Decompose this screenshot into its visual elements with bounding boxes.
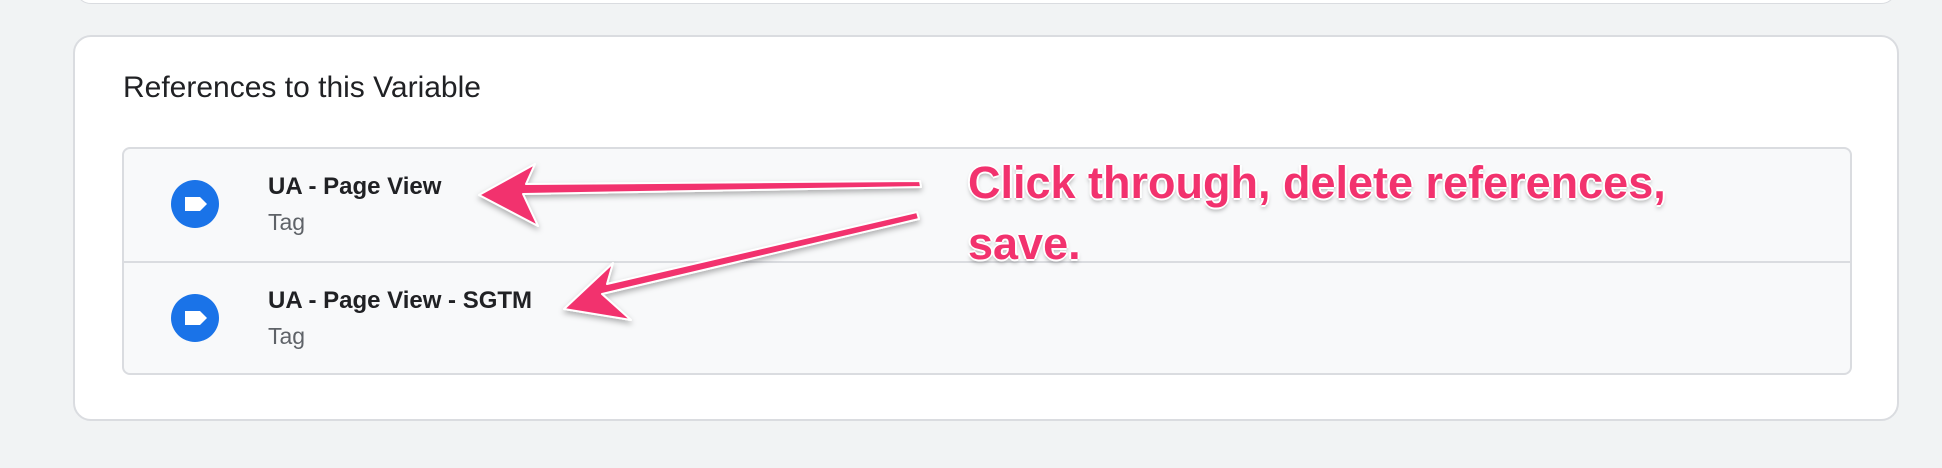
annotation-arrow-2 <box>563 211 920 321</box>
annotation-text: Click through, delete references, save. <box>968 157 1666 269</box>
annotation-arrow-1 <box>478 163 922 227</box>
